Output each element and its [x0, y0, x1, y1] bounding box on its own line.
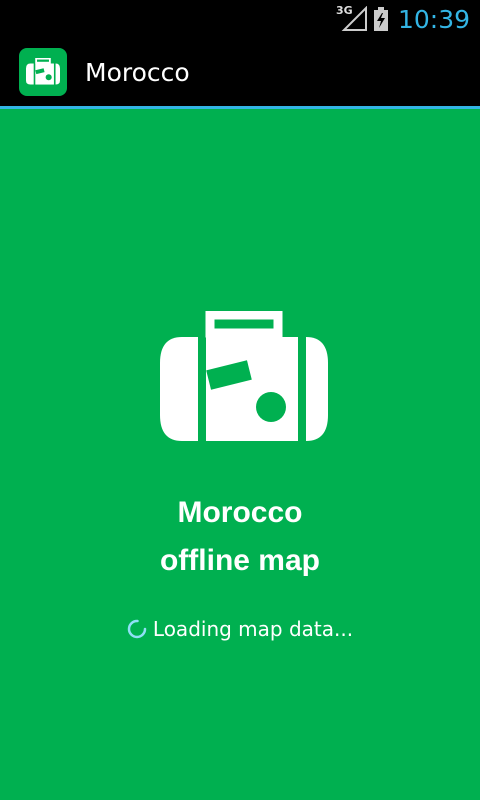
status-clock: 10:39 — [397, 4, 470, 34]
splash-title-line2: offline map — [159, 544, 320, 577]
signal-icon: 3G — [335, 4, 368, 32]
loading-indicator: Loading map data... — [0, 617, 480, 641]
status-bar: 3G 10:39 — [0, 0, 480, 38]
battery-charging-icon — [373, 7, 388, 31]
network-type-label: 3G — [335, 4, 353, 17]
splash-title: Morocco offline map — [0, 489, 480, 585]
suitcase-icon — [160, 310, 328, 443]
loading-text: Loading map data... — [152, 617, 354, 641]
action-bar: Morocco — [0, 38, 480, 106]
suitcase-icon[interactable] — [19, 48, 67, 96]
app-title: Morocco — [85, 57, 190, 87]
splash-screen: Morocco offline map Loading map data... — [0, 109, 480, 800]
splash-title-line1: Morocco — [177, 496, 303, 529]
spinner-icon — [127, 619, 147, 639]
